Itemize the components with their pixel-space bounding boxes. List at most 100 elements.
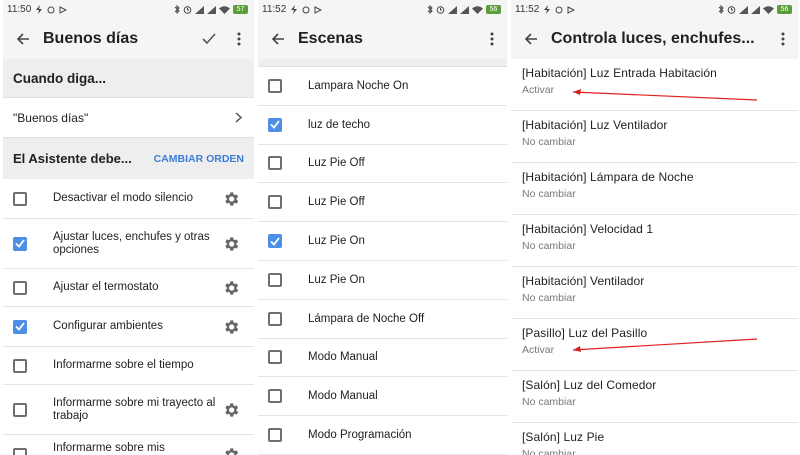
flash-icon bbox=[290, 5, 298, 14]
page-title: Buenos días bbox=[43, 30, 139, 47]
assistant-heading: El Asistente debe... bbox=[13, 151, 132, 166]
flash-icon bbox=[543, 5, 551, 14]
phrase-text: "Buenos días" bbox=[13, 110, 89, 125]
signal-icon bbox=[460, 5, 469, 14]
checkbox-checked[interactable] bbox=[268, 234, 282, 249]
device-state: No cambiar bbox=[522, 292, 576, 304]
status-time: 11:50 bbox=[7, 4, 32, 15]
more-vert-icon[interactable] bbox=[224, 19, 254, 59]
gear-icon[interactable] bbox=[222, 190, 240, 208]
action-row[interactable]: Ajustar luces, enchufes y otras opciones bbox=[3, 219, 254, 269]
action-row[interactable]: Desactivar el modo silencio bbox=[3, 179, 254, 219]
device-row[interactable]: [Salón] Luz del Comedor No cambiar bbox=[511, 371, 798, 423]
device-row[interactable]: [Habitación] Velocidad 1 No cambiar bbox=[511, 215, 798, 267]
bluetooth-icon bbox=[718, 5, 724, 14]
gear-icon[interactable] bbox=[222, 401, 240, 419]
scene-row[interactable]: Luz Pie On bbox=[258, 260, 507, 300]
scene-label: Luz Pie Off bbox=[308, 157, 365, 170]
checkbox[interactable] bbox=[13, 447, 27, 455]
scene-row[interactable]: Modo Manual bbox=[258, 377, 507, 417]
scene-label: Luz Pie On bbox=[308, 235, 365, 248]
bluetooth-icon bbox=[427, 5, 433, 14]
checkbox[interactable] bbox=[268, 156, 282, 171]
scene-label: luz de techo bbox=[308, 118, 371, 131]
scene-label: Luz Pie On bbox=[308, 273, 365, 286]
scene-label: Lampara Noche On bbox=[308, 79, 409, 92]
battery-icon: 56 bbox=[486, 5, 501, 14]
assistant-heading-row: El Asistente debe... CAMBIAR ORDEN bbox=[3, 138, 254, 179]
device-name: [Habitación] Velocidad 1 bbox=[522, 222, 654, 236]
action-row[interactable]: Informarme sobre mi trayecto al trabajo bbox=[3, 385, 254, 435]
back-arrow-icon[interactable] bbox=[258, 19, 298, 59]
checkbox[interactable] bbox=[268, 195, 282, 210]
gear-icon[interactable] bbox=[222, 235, 240, 253]
scene-row[interactable]: Lámpara de Noche Off bbox=[258, 299, 507, 339]
status-time: 11:52 bbox=[262, 4, 287, 15]
device-row[interactable]: [Habitación] Ventilador No cambiar bbox=[511, 267, 798, 319]
phrase-row[interactable]: "Buenos días" bbox=[3, 97, 254, 138]
action-row[interactable]: Configurar ambientes bbox=[3, 307, 254, 347]
checkbox[interactable] bbox=[268, 272, 282, 287]
notification-icon bbox=[555, 6, 563, 14]
scene-label: Modo Manual bbox=[308, 390, 378, 403]
status-bar: 11:52 56 bbox=[258, 0, 507, 19]
when-heading: Cuando diga... bbox=[3, 59, 254, 97]
checkbox[interactable] bbox=[13, 280, 27, 295]
action-row[interactable]: Ajustar el termostato bbox=[3, 269, 254, 307]
back-arrow-icon[interactable] bbox=[3, 19, 43, 59]
scene-list: Lampara Noche On luz de techo Luz Pie Off L… bbox=[258, 67, 507, 455]
device-state: No cambiar bbox=[522, 188, 576, 200]
device-row[interactable]: [Habitación] Luz Ventilador No cambiar bbox=[511, 111, 798, 163]
action-row[interactable]: Informarme sobre mis calendarios bbox=[3, 435, 254, 455]
checkbox[interactable] bbox=[268, 311, 282, 326]
signal-icon bbox=[739, 5, 748, 14]
status-bar: 11:52 56 bbox=[511, 0, 798, 19]
checkbox-checked[interactable] bbox=[13, 319, 27, 334]
checkbox[interactable] bbox=[13, 191, 27, 206]
check-icon[interactable] bbox=[194, 19, 224, 59]
device-row[interactable]: [Pasillo] Luz del Pasillo Activar bbox=[511, 319, 798, 371]
scene-row[interactable]: Lampara Noche On bbox=[258, 67, 507, 106]
scene-row[interactable]: Luz Pie Off bbox=[258, 144, 507, 184]
scene-row[interactable]: Luz Pie On bbox=[258, 222, 507, 261]
action-label: Informarme sobre el tiempo bbox=[53, 359, 194, 371]
gear-icon[interactable] bbox=[222, 446, 240, 455]
device-row[interactable]: [Salón] Luz Pie No cambiar bbox=[511, 423, 798, 455]
action-label: Ajustar luces, enchufes y otras opciones bbox=[53, 230, 210, 256]
device-state: No cambiar bbox=[522, 396, 576, 408]
device-row[interactable]: [Habitación] Lámpara de Noche No cambiar bbox=[511, 163, 798, 215]
gear-icon[interactable] bbox=[222, 279, 240, 297]
gear-icon[interactable] bbox=[222, 318, 240, 336]
battery-icon: 57 bbox=[233, 5, 248, 14]
change-order-button[interactable]: CAMBIAR ORDEN bbox=[154, 153, 244, 165]
checkbox-checked[interactable] bbox=[268, 117, 282, 132]
checkbox[interactable] bbox=[268, 350, 282, 365]
scene-label: Lámpara de Noche Off bbox=[308, 312, 425, 325]
scene-row[interactable]: Luz Pie Off bbox=[258, 183, 507, 223]
device-name: [Habitación] Luz Ventilador bbox=[522, 118, 668, 132]
device-row[interactable]: [Habitación] Luz Entrada Habitación Activ… bbox=[511, 59, 798, 111]
checkbox[interactable] bbox=[268, 78, 282, 93]
checkbox-checked[interactable] bbox=[13, 236, 27, 251]
signal-icon bbox=[751, 5, 760, 14]
page-title: Controla luces, enchufes... bbox=[551, 30, 755, 47]
scene-row[interactable]: Modo Manual bbox=[258, 338, 507, 378]
signal-icon bbox=[195, 5, 204, 14]
action-label: Informarme sobre mi trayecto al trabajo bbox=[53, 396, 216, 422]
app-bar: Buenos días bbox=[3, 19, 254, 59]
back-arrow-icon[interactable] bbox=[511, 19, 551, 59]
checkbox[interactable] bbox=[13, 358, 27, 373]
checkbox[interactable] bbox=[13, 402, 27, 417]
device-list: [Habitación] Luz Entrada Habitación Activ… bbox=[511, 59, 798, 455]
action-list: Desactivar el modo silencio Ajustar luces… bbox=[3, 179, 254, 455]
checkbox[interactable] bbox=[268, 389, 282, 404]
scene-row[interactable]: Modo Programación bbox=[258, 416, 507, 455]
scene-row[interactable]: luz de techo bbox=[258, 105, 507, 145]
more-vert-icon[interactable] bbox=[768, 19, 798, 59]
more-vert-icon[interactable] bbox=[477, 19, 507, 59]
devices-panel: 11:52 56 Controla luces, enchufes... [Ha… bbox=[511, 0, 798, 455]
device-name: [Habitación] Ventilador bbox=[522, 274, 645, 288]
checkbox[interactable] bbox=[268, 428, 282, 443]
device-name: [Pasillo] Luz del Pasillo bbox=[522, 326, 648, 340]
action-row[interactable]: Informarme sobre el tiempo bbox=[3, 347, 254, 385]
